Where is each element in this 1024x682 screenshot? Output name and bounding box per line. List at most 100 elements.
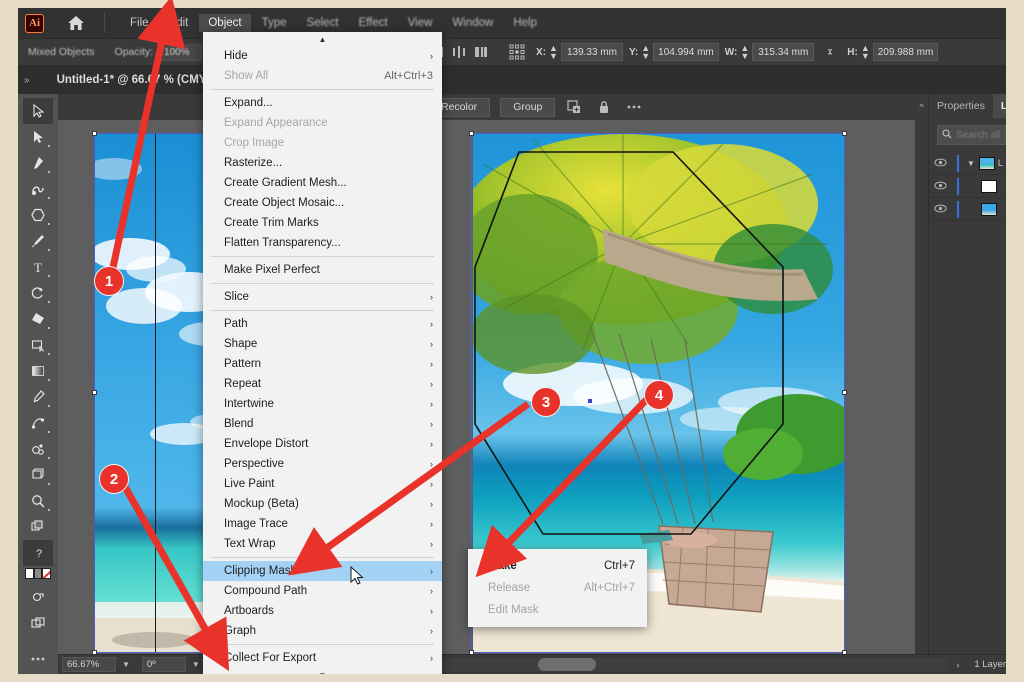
lock-icon[interactable] [595,98,613,116]
isolate-selected-object-icon[interactable] [565,98,583,116]
menu-item-expand[interactable]: Expand... [203,93,442,113]
fill-stroke-swatches[interactable] [25,568,51,579]
menu-item-type[interactable]: Type [253,14,296,32]
submenu-item-release[interactable]: Release Alt+Ctrl+7 [468,577,647,599]
eye-icon[interactable] [934,177,947,195]
paintbrush-tool[interactable] [23,228,53,254]
home-icon[interactable] [66,13,86,33]
menu-item-pattern[interactable]: Pattern › [203,354,442,374]
h-stepper[interactable]: ▲ ▼ [861,44,870,61]
layer-row[interactable] [929,198,1006,221]
menu-item-help[interactable]: Help [504,14,546,32]
eye-icon[interactable] [934,200,947,218]
next-page-icon[interactable]: › [956,660,959,670]
distribute-center-icon[interactable] [451,44,467,60]
rotate-tool[interactable] [23,280,53,306]
menu-item-compound-path[interactable]: Compound Path › [203,581,442,601]
rotation-dropdown-icon[interactable]: ▼ [192,660,200,669]
menu-item-view[interactable]: View [399,14,442,32]
symbol-sprayer-tool[interactable] [23,436,53,462]
menu-item-create-trim-marks[interactable]: Create Trim Marks [203,213,442,233]
direct-selection-tool[interactable] [23,124,53,150]
shape-builder-tool[interactable] [23,462,53,488]
menu-item-hide[interactable]: Hide › [203,46,442,66]
expand-panels-icon[interactable]: » [24,75,29,86]
change-screen-mode-button[interactable] [23,610,53,636]
zoom-tool[interactable] [23,488,53,514]
blend-tool[interactable] [23,410,53,436]
fill-swatch[interactable] [25,568,34,579]
menu-item-create-gradient-mesh[interactable]: Create Gradient Mesh... [203,173,442,193]
h-field[interactable]: 209.988 mm [872,43,939,61]
tab-properties[interactable]: Properties [929,94,993,118]
chevron-down-icon[interactable]: ▼ [967,159,975,168]
object-menu-dropdown[interactable]: ▲ Hide › Show All Alt+Ctrl+3 Expand... E… [203,32,442,674]
menu-scroll-up-icon[interactable]: ▲ [203,32,442,46]
menu-item-window[interactable]: Window [443,14,502,32]
help-tool-button[interactable]: ? [23,540,53,566]
menu-item-mockup-beta[interactable]: Mockup (Beta) › [203,494,442,514]
w-stepper[interactable]: ▲ ▼ [740,44,749,61]
menu-item-intertwine[interactable]: Intertwine › [203,394,442,414]
menu-item-make-pixel-perfect[interactable]: Make Pixel Perfect [203,260,442,280]
eraser-tool[interactable] [23,306,53,332]
dock-rail[interactable]: ^ [915,94,929,674]
menu-item-artboards[interactable]: Artboards › [203,601,442,621]
menu-item-graph[interactable]: Graph › [203,621,442,641]
menu-item-perspective[interactable]: Perspective › [203,454,442,474]
expand-dock-icon[interactable]: ^ [915,102,928,112]
menu-item-path[interactable]: Path › [203,314,442,334]
group-button[interactable]: Group [500,97,556,117]
menu-item-effect[interactable]: Effect [350,14,397,32]
menu-item-shape[interactable]: Shape › [203,334,442,354]
chain-link-broken-icon[interactable] [822,44,838,60]
menu-item-file[interactable]: File [121,14,158,32]
menu-item-select[interactable]: Select [298,14,348,32]
menu-item-rasterize[interactable]: Rasterize... [203,153,442,173]
pen-tool[interactable] [23,150,53,176]
tab-layers[interactable]: Layers [992,94,1006,118]
menu-item-text-wrap[interactable]: Text Wrap › [203,534,442,554]
eye-icon[interactable] [934,154,947,172]
drawing-modes-button[interactable] [23,584,53,610]
curvature-tool[interactable] [23,176,53,202]
x-stepper[interactable]: ▲ ▼ [549,44,558,61]
menu-item-object[interactable]: Object [199,14,251,32]
layer-row[interactable] [929,175,1006,198]
edit-toolbar-button[interactable] [23,514,53,540]
free-transform-tool[interactable] [23,332,53,358]
menu-item-repeat[interactable]: Repeat › [203,374,442,394]
zoom-level-field[interactable]: 66.67% [62,657,116,672]
gradient-tool[interactable] [23,358,53,384]
menu-item-edit[interactable]: Edit [160,14,198,32]
none-swatch[interactable] [42,568,51,579]
menu-item-show-all[interactable]: Show All Alt+Ctrl+3 [203,66,442,86]
eyedropper-tool[interactable] [23,384,53,410]
selection-tool[interactable] [23,98,53,124]
clipping-mask-submenu[interactable]: Make Ctrl+7 Release Alt+Ctrl+7 Edit Mask [468,549,647,627]
w-field[interactable]: 315.34 mm [752,43,815,61]
more-options-icon[interactable] [625,98,643,116]
menu-item-create-object-mosaic[interactable]: Create Object Mosaic... [203,193,442,213]
rotation-field[interactable]: 0º [141,657,186,672]
menu-item-collect-for-export[interactable]: Collect For Export › [203,648,442,668]
y-stepper[interactable]: ▲ ▼ [641,44,650,61]
menu-item-live-paint[interactable]: Live Paint › [203,474,442,494]
layer-row[interactable]: ▼ L [929,152,1006,175]
submenu-item-make[interactable]: Make Ctrl+7 [468,555,647,577]
reference-point-icon[interactable] [507,42,527,62]
more-options-button[interactable] [23,646,53,672]
shape-tool[interactable] [23,202,53,228]
x-field[interactable]: 139.33 mm [560,43,623,61]
submenu-item-edit-mask[interactable]: Edit Mask [468,599,647,621]
menu-item-clipping-mask[interactable]: Clipping Mask › [203,561,442,581]
distribute-right-icon[interactable] [473,44,489,60]
scrollbar-thumb[interactable] [538,658,597,671]
menu-item-crop-image[interactable]: Crop Image [203,133,442,153]
y-field[interactable]: 104.994 mm [653,43,719,61]
menu-item-flatten-transparency[interactable]: Flatten Transparency... [203,233,442,253]
menu-item-blend[interactable]: Blend › [203,414,442,434]
layer-search-field[interactable]: Search all [937,125,1006,145]
menu-scroll-down-icon[interactable]: ▼ [203,668,442,675]
opacity-field[interactable]: 100% [158,43,203,61]
